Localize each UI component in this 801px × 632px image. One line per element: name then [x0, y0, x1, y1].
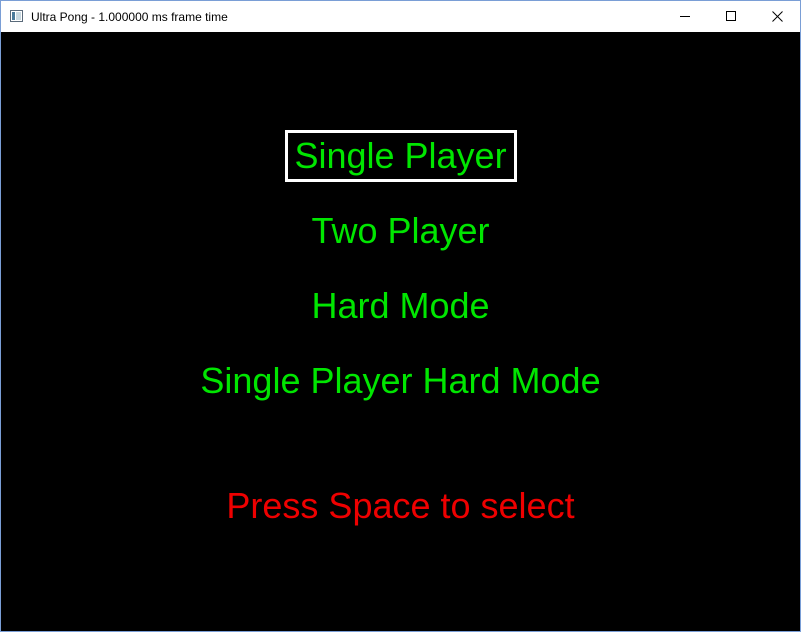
menu-item-hard-mode[interactable]: Hard Mode [1, 286, 800, 326]
minimize-icon [680, 16, 690, 17]
maximize-icon [726, 11, 736, 21]
game-canvas[interactable]: Single Player Two Player Hard Mode Singl… [1, 32, 800, 631]
window-title: Ultra Pong - 1.000000 ms frame time [31, 10, 228, 24]
title-bar[interactable]: Ultra Pong - 1.000000 ms frame time [1, 1, 800, 32]
maximize-button[interactable] [708, 1, 754, 32]
select-prompt: Press Space to select [226, 485, 575, 526]
minimize-button[interactable] [662, 1, 708, 32]
menu-item-two-player[interactable]: Two Player [1, 211, 800, 251]
game-window: Ultra Pong - 1.000000 ms frame time Sing… [0, 0, 801, 632]
app-window-icon [10, 10, 23, 22]
menu-item-single-player[interactable]: Single Player [1, 136, 800, 176]
close-icon [772, 11, 783, 22]
close-button[interactable] [754, 1, 800, 32]
menu-item-single-player-hard-mode[interactable]: Single Player Hard Mode [1, 361, 800, 401]
